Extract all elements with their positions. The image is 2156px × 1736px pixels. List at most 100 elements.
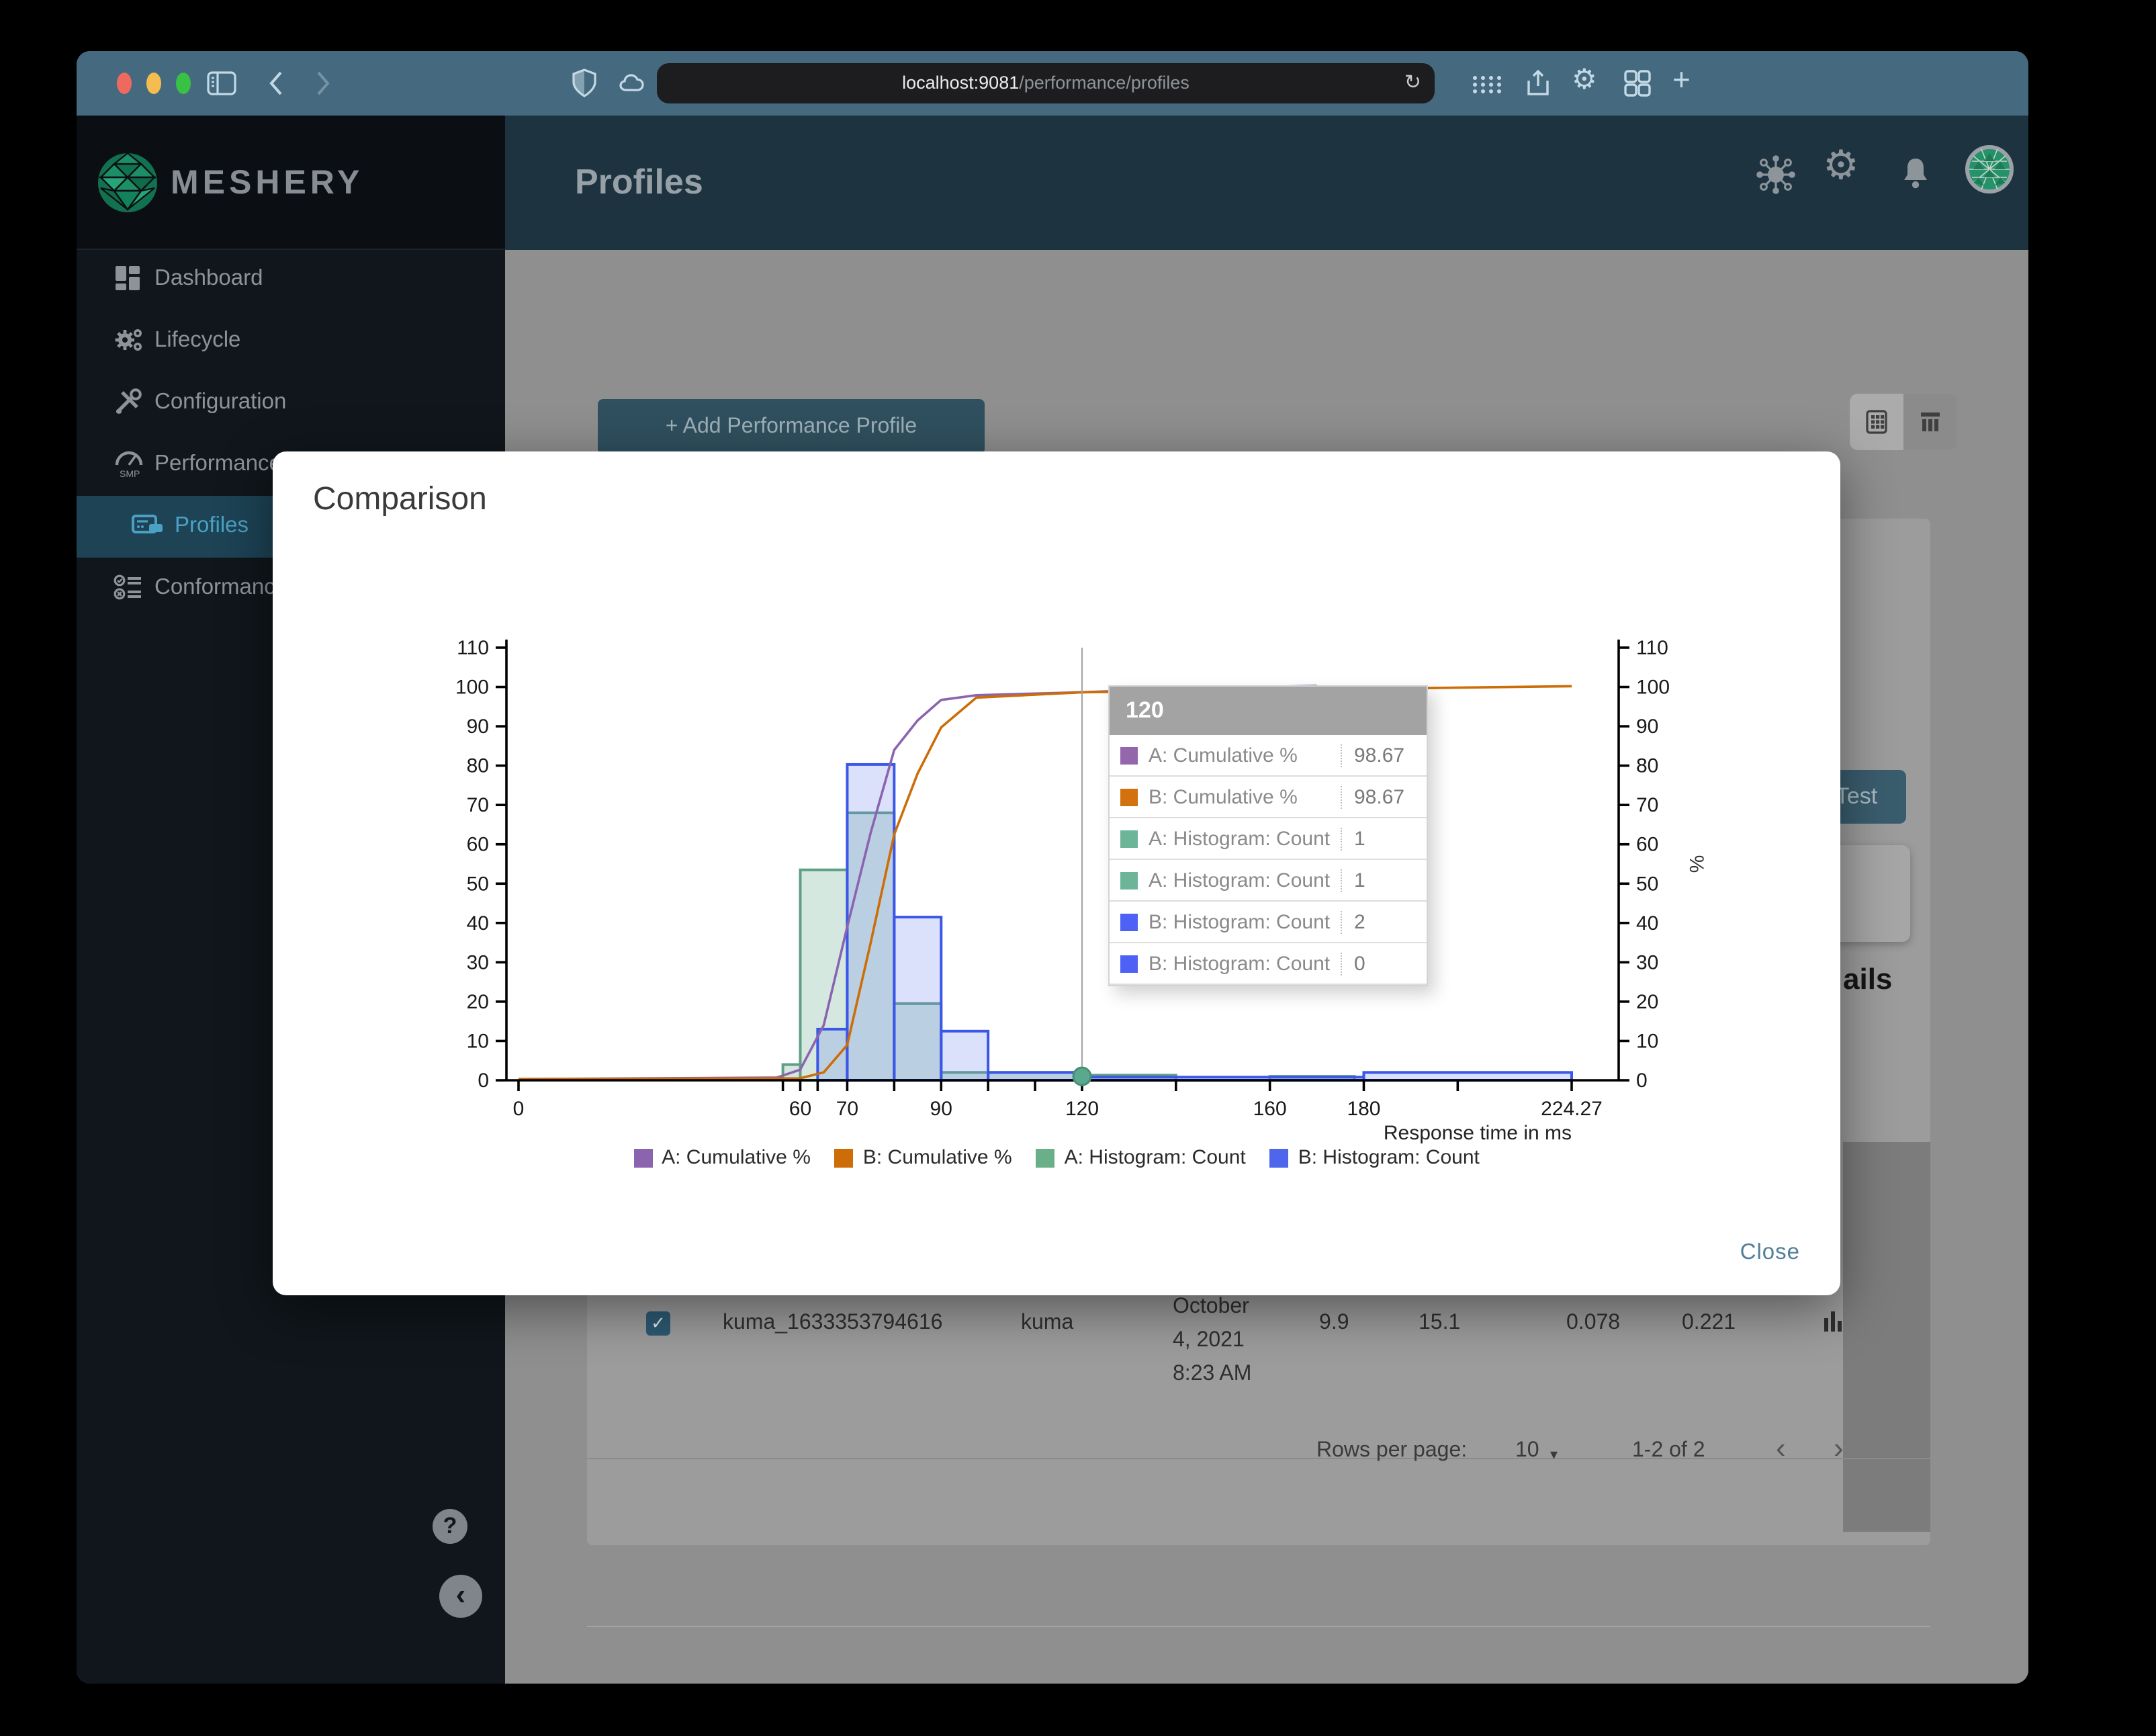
series-swatch — [1120, 913, 1138, 930]
rows-per-page-value[interactable]: 10 — [1515, 1439, 1539, 1463]
add-performance-profile-button[interactable]: + Add Performance Profile — [598, 399, 985, 454]
svg-text:70: 70 — [467, 794, 489, 816]
address-bar[interactable]: localhost:9081/performance/profiles ↻ — [657, 63, 1435, 103]
sidebar-item-dashboard[interactable]: Dashboard — [77, 249, 505, 310]
svg-text:80: 80 — [467, 755, 489, 777]
svg-text:90: 90 — [467, 715, 489, 738]
legend-item[interactable]: A: Cumulative % — [633, 1146, 811, 1169]
close-window-button[interactable] — [117, 73, 132, 94]
brand-name: MESHERY — [171, 164, 364, 202]
close-button[interactable]: Close — [1740, 1240, 1800, 1266]
tooltip-series-label: A: Histogram: Count — [1149, 827, 1331, 850]
svg-text:0: 0 — [513, 1098, 525, 1120]
browser-titlebar: localhost:9081/performance/profiles ↻ ⚙ … — [77, 51, 2028, 116]
next-page-icon[interactable]: › — [1834, 1431, 1844, 1466]
svg-text:20: 20 — [467, 991, 489, 1013]
svg-text:50: 50 — [1636, 873, 1658, 895]
tooltip-row: A: Cumulative % 98.67 — [1110, 735, 1427, 777]
sidebar-item-lifecycle[interactable]: Lifecycle — [77, 310, 505, 372]
y-axis-right-label: % — [1685, 855, 1707, 873]
url-host: localhost:9081 — [902, 73, 1020, 93]
legend-label: A: Histogram: Count — [1064, 1146, 1246, 1169]
forward-icon[interactable] — [305, 67, 337, 106]
svg-text:0: 0 — [478, 1070, 489, 1092]
svg-text:70: 70 — [836, 1098, 858, 1120]
svg-text:160: 160 — [1253, 1098, 1287, 1120]
reload-icon[interactable]: ↻ — [1404, 63, 1421, 103]
date-cell-line: 8:23 AM — [1173, 1362, 1252, 1385]
sidebar-item-configuration[interactable]: Configuration — [77, 372, 505, 434]
back-icon[interactable] — [262, 67, 294, 106]
legend-item[interactable]: B: Cumulative % — [834, 1146, 1012, 1169]
shield-icon[interactable] — [570, 67, 599, 106]
notifications-bell-icon[interactable] — [1893, 152, 1938, 198]
svg-text:20: 20 — [1636, 991, 1658, 1013]
browser-window: localhost:9081/performance/profiles ↻ ⚙ … — [77, 51, 2028, 1684]
svg-text:30: 30 — [467, 951, 489, 973]
zoom-window-button[interactable] — [176, 73, 191, 94]
tooltip-header: 120 — [1110, 687, 1427, 735]
chart-legend: A: Cumulative % B: Cumulative % A: Histogr… — [273, 1146, 1840, 1169]
minimize-window-button[interactable] — [146, 73, 161, 94]
share-icon[interactable] — [1522, 67, 1554, 106]
tooltip-series-value: 98.67 — [1341, 785, 1416, 808]
svg-text:40: 40 — [1636, 912, 1658, 935]
histogram-bar — [846, 763, 896, 1082]
tooltip-series-value: 1 — [1341, 869, 1416, 892]
legend-label: B: Histogram: Count — [1298, 1146, 1480, 1169]
series-swatch — [1120, 788, 1138, 806]
page: localhost:9081/performance/profiles ↻ ⚙ … — [0, 0, 2156, 1736]
svg-text:224.27: 224.27 — [1541, 1098, 1603, 1120]
legend-item[interactable]: A: Histogram: Count — [1036, 1146, 1246, 1169]
app-header: Profiles ⚙ — [505, 116, 2028, 250]
legend-label: A: Cumulative % — [662, 1146, 811, 1169]
tooltip-series-label: B: Histogram: Count — [1149, 910, 1331, 933]
settings-gear-icon[interactable]: ⚙ — [1823, 142, 1869, 188]
series-swatch — [1120, 871, 1138, 889]
comparison-modal: Comparison 0 0 10 10 20 20 30 30 40 40 50 50 60 60 70 7… — [273, 451, 1840, 1295]
extensions-grid-icon[interactable] — [1468, 67, 1503, 106]
logo-area: MESHERY — [77, 116, 505, 250]
table-view-button[interactable] — [1903, 394, 1957, 450]
tooltip-row: A: Histogram: Count 1 — [1110, 860, 1427, 902]
details-panel-edge — [1843, 1142, 1930, 1532]
grid-view-button[interactable] — [1850, 394, 1903, 450]
rows-per-page-caret-icon[interactable]: ▾ — [1550, 1446, 1558, 1463]
mesh-cell: kuma — [1021, 1311, 1074, 1334]
tooltip-row: B: Histogram: Count 0 — [1110, 943, 1427, 985]
collapse-sidebar-button[interactable]: ‹ — [439, 1575, 482, 1618]
meshery-logo-icon — [98, 152, 157, 212]
svg-text:100: 100 — [455, 677, 489, 699]
row-checkbox[interactable]: ✓ — [646, 1311, 670, 1336]
mesh-adapters-icon[interactable] — [1753, 152, 1799, 198]
sidebar-item-label: Conformance — [154, 575, 288, 599]
svg-text:10: 10 — [467, 1030, 489, 1052]
svg-text:70: 70 — [1636, 794, 1658, 816]
browser-settings-gear-icon[interactable]: ⚙ — [1572, 63, 1597, 97]
legend-swatch — [633, 1148, 653, 1167]
p50-cell: 0.078 — [1566, 1311, 1621, 1334]
pagination-range: 1-2 of 2 — [1632, 1439, 1705, 1462]
page-title: Profiles — [575, 161, 703, 202]
help-button[interactable]: ? — [433, 1509, 467, 1544]
svg-text:110: 110 — [1636, 637, 1668, 659]
plus-icon: + — [665, 415, 678, 438]
svg-text:50: 50 — [467, 873, 489, 895]
series-swatch — [1120, 746, 1138, 764]
row-chart-icon[interactable] — [1822, 1307, 1846, 1341]
user-avatar[interactable] — [1965, 145, 2014, 193]
svg-text:100: 100 — [1636, 677, 1670, 699]
tab-overview-icon[interactable] — [1621, 67, 1654, 106]
svg-text:0: 0 — [1636, 1070, 1648, 1092]
cloud-icon[interactable] — [617, 67, 652, 106]
date-cell-line: 4, 2021 — [1173, 1329, 1245, 1352]
new-tab-icon[interactable]: + — [1672, 62, 1691, 98]
profiles-card-icon — [132, 511, 164, 543]
legend-item[interactable]: B: Histogram: Count — [1269, 1146, 1480, 1169]
previous-page-icon[interactable]: ‹ — [1776, 1431, 1786, 1466]
svg-text:60: 60 — [1636, 834, 1658, 856]
svg-text:110: 110 — [457, 637, 489, 659]
sidebar-toggle-icon[interactable] — [206, 67, 238, 106]
row-divider — [587, 1458, 1930, 1459]
selected-point-marker — [1072, 1066, 1092, 1086]
